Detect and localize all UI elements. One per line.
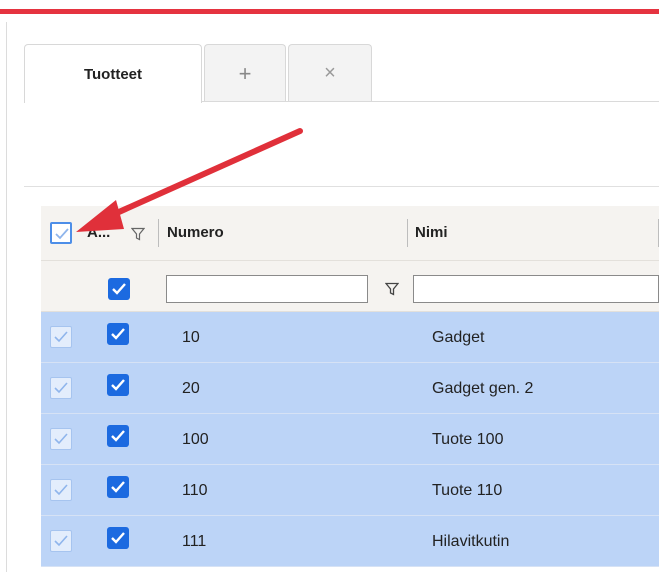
close-tab-button[interactable]: ×: [288, 44, 372, 102]
active-checkbox[interactable]: [107, 425, 129, 447]
cell-numero: 110: [182, 482, 208, 499]
check-icon: [111, 379, 125, 391]
tab-label: Tuotteet: [83, 65, 143, 83]
grid-header: A... Numero Nimi: [41, 206, 659, 261]
add-tab-button[interactable]: +: [204, 44, 286, 102]
check-icon: [112, 283, 126, 295]
row-select-checkbox[interactable]: [50, 479, 72, 501]
check-icon: [54, 433, 68, 445]
cell-nimi: Tuote 100: [432, 431, 504, 448]
toolbar-separator: [24, 186, 659, 187]
numero-column-header[interactable]: Numero: [163, 206, 409, 260]
active-checkbox[interactable]: [107, 476, 129, 498]
check-icon: [54, 535, 68, 547]
check-icon: [54, 484, 68, 496]
active-column-header[interactable]: A...: [79, 206, 155, 260]
check-icon: [55, 228, 69, 240]
check-icon: [111, 481, 125, 493]
plus-icon: +: [238, 60, 252, 86]
cell-nimi: Gadget gen. 2: [432, 380, 534, 397]
check-icon: [111, 328, 125, 340]
table-row[interactable]: 110 Tuote 110: [41, 465, 659, 516]
column-header-nimi: Nimi: [415, 224, 448, 241]
active-filter-checkbox[interactable]: [108, 278, 130, 300]
check-icon: [111, 532, 125, 544]
cell-nimi: Tuote 110: [432, 482, 503, 499]
active-checkbox[interactable]: [107, 374, 129, 396]
active-checkbox[interactable]: [107, 527, 129, 549]
cell-nimi: Hilavitkutin: [432, 533, 510, 550]
check-icon: [54, 382, 68, 394]
column-separator[interactable]: [158, 219, 159, 247]
table-row[interactable]: 10 Gadget: [41, 312, 659, 363]
column-header-numero: Numero: [167, 224, 224, 241]
top-accent-bar: [0, 0, 659, 14]
tab-tuotteet[interactable]: Tuotteet: [24, 44, 202, 103]
table-row[interactable]: 20 Gadget gen. 2: [41, 363, 659, 414]
top-red-line: [0, 9, 659, 14]
cell-nimi: Gadget: [432, 329, 485, 346]
row-select-checkbox[interactable]: [50, 530, 72, 552]
row-select-checkbox[interactable]: [50, 326, 72, 348]
numero-filter-input[interactable]: [166, 275, 368, 303]
cell-numero: 10: [182, 329, 200, 346]
check-icon: [111, 430, 125, 442]
select-all-checkbox[interactable]: [50, 222, 72, 244]
column-header-active: A...: [87, 224, 111, 241]
column-separator[interactable]: [407, 219, 408, 247]
table-row[interactable]: 100 Tuote 100: [41, 414, 659, 465]
filter-funnel-icon[interactable]: [385, 282, 399, 296]
close-icon: ×: [324, 62, 336, 84]
active-checkbox[interactable]: [107, 323, 129, 345]
filter-row: [41, 261, 659, 312]
select-all-cell: [41, 206, 79, 260]
row-select-checkbox[interactable]: [50, 377, 72, 399]
table-row[interactable]: 111 Hilavitkutin: [41, 516, 659, 567]
product-grid: A... Numero Nimi 10 Gadget 20 Gadget gen…: [41, 206, 659, 572]
nimi-column-header[interactable]: Nimi: [409, 206, 659, 260]
row-select-checkbox[interactable]: [50, 428, 72, 450]
cell-numero: 111: [182, 533, 207, 550]
filter-funnel-icon[interactable]: [131, 227, 145, 241]
nimi-filter-input[interactable]: [413, 275, 659, 303]
cell-numero: 100: [182, 431, 209, 448]
cell-numero: 20: [182, 380, 200, 397]
check-icon: [54, 331, 68, 343]
tab-bar: Tuotteet + ×: [24, 44, 374, 103]
